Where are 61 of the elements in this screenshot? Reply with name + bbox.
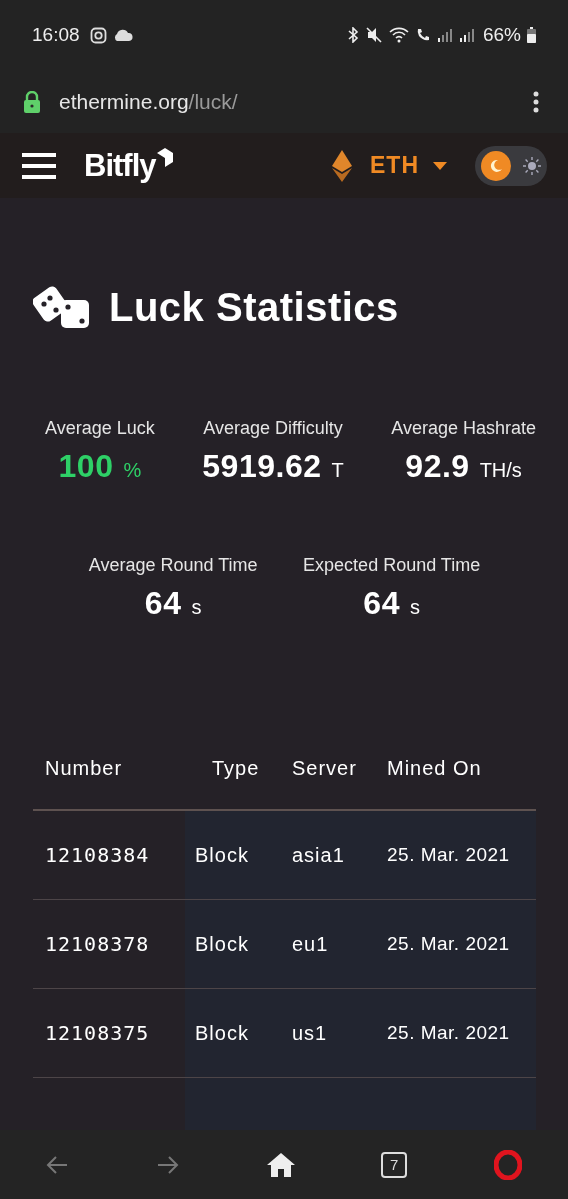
url-path[interactable]: /luck/ xyxy=(188,89,238,113)
table-cell: us1 xyxy=(280,989,375,1077)
stat-value: 5919.62 xyxy=(202,448,322,485)
table-cell: 25. Mar. 2021 xyxy=(375,900,536,988)
table-cell: 25. Mar. 2021 xyxy=(375,811,536,899)
stat-label: Average Luck xyxy=(45,418,155,439)
stat-unit: s xyxy=(191,596,202,619)
table-cell: Block xyxy=(185,811,280,899)
cube-logo-icon xyxy=(155,147,174,168)
table-cell: eu1 xyxy=(280,900,375,988)
stat-label: Average Hashrate xyxy=(391,418,536,439)
column-header[interactable]: Mined On xyxy=(375,756,536,780)
stat-label: Average Difficulty xyxy=(203,418,343,439)
url-domain[interactable]: ethermine.org xyxy=(59,89,189,113)
stat-value: 64 xyxy=(363,585,400,622)
stat-value: 64 xyxy=(144,585,182,622)
lock-icon xyxy=(23,90,41,113)
table-cell: Block xyxy=(185,989,280,1077)
signal-icon xyxy=(436,27,453,43)
dice-icon xyxy=(33,284,91,330)
ethereum-diamond-icon xyxy=(332,149,352,182)
column-header[interactable]: Server xyxy=(280,756,375,780)
table-cell-text: 12108378 xyxy=(44,931,151,958)
stat-label: Average Round Time xyxy=(88,555,258,576)
stat-unit: TH/s xyxy=(479,459,522,482)
signal-icon xyxy=(458,27,475,43)
clock: 16:08 xyxy=(32,24,80,46)
table-cell-text: 12108375 xyxy=(44,1020,151,1047)
stat-unit: % xyxy=(123,459,142,482)
table-cell: asia1 xyxy=(280,811,375,899)
menu-icon[interactable] xyxy=(22,152,56,179)
more-options-icon[interactable] xyxy=(533,90,539,113)
battery-percentage: 66% xyxy=(482,24,521,46)
back-arrow-icon[interactable] xyxy=(45,1154,69,1175)
stat-value: 100 xyxy=(58,448,114,485)
sun-icon xyxy=(523,156,541,175)
stat-value: 92.9 xyxy=(405,448,470,485)
bluetooth-icon xyxy=(346,27,359,43)
camera-app-icon xyxy=(89,26,107,44)
theme-toggle[interactable] xyxy=(475,145,547,186)
table-cell: 25. Mar. 2021 xyxy=(375,989,536,1077)
muted-speaker-icon xyxy=(364,27,383,43)
caret-icon xyxy=(433,161,447,170)
column-header[interactable]: Type xyxy=(185,756,280,780)
cloud-icon xyxy=(112,28,133,42)
table-cell-text: 12108384 xyxy=(44,842,151,869)
column-header[interactable]: Number xyxy=(33,756,185,780)
moon-icon xyxy=(488,157,504,174)
forward-arrow-icon[interactable] xyxy=(155,1154,180,1175)
stat-label: Expected Round Time xyxy=(303,555,481,576)
battery-icon xyxy=(527,27,536,43)
home-icon[interactable] xyxy=(266,1152,295,1177)
wifi-icon xyxy=(388,27,409,43)
tabs-button[interactable]: 7 xyxy=(381,1151,408,1178)
stat-unit: s xyxy=(409,596,420,619)
currency-selector[interactable]: ETH xyxy=(332,149,447,182)
browser-logo-icon[interactable] xyxy=(494,1149,522,1180)
page-title: Luck Statistics xyxy=(109,284,399,330)
logo-text[interactable]: Bitfly xyxy=(84,147,156,184)
stat-unit: T xyxy=(331,459,344,482)
table-cell: Block xyxy=(185,900,280,988)
